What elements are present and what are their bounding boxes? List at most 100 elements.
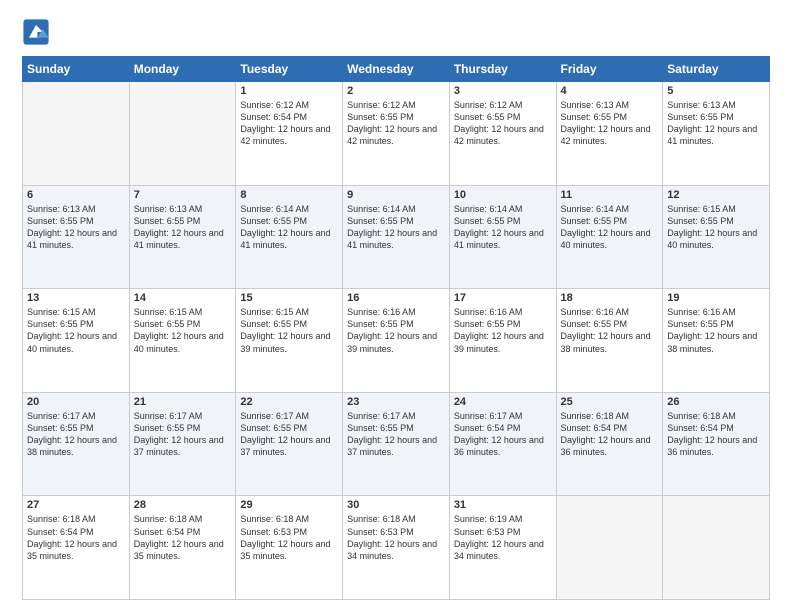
day-number: 2 <box>347 85 445 97</box>
calendar-cell: 28 Sunrise: 6:18 AM Sunset: 6:54 PM Dayli… <box>129 496 236 600</box>
day-number: 13 <box>27 292 125 304</box>
day-info: Sunrise: 6:14 AM Sunset: 6:55 PM Dayligh… <box>454 203 552 252</box>
day-number: 9 <box>347 189 445 201</box>
day-info: Sunrise: 6:18 AM Sunset: 6:54 PM Dayligh… <box>561 410 659 459</box>
calendar-cell: 13Sunrise: 6:15 AM Sunset: 6:55 PM Dayli… <box>23 289 130 393</box>
day-info: Sunrise: 6:12 AM Sunset: 6:55 PM Dayligh… <box>347 99 445 148</box>
calendar-table: SundayMondayTuesdayWednesdayThursdayFrid… <box>22 56 770 600</box>
day-number: 27 <box>27 499 125 511</box>
calendar-cell: 10 Sunrise: 6:14 AM Sunset: 6:55 PM Dayli… <box>449 185 556 289</box>
day-number: 4 <box>561 85 659 97</box>
calendar-cell: 12 Sunrise: 6:15 AM Sunset: 6:55 PM Dayli… <box>663 185 770 289</box>
calendar-cell: 25 Sunrise: 6:18 AM Sunset: 6:54 PM Dayli… <box>556 392 663 496</box>
calendar-cell <box>556 496 663 600</box>
calendar-cell: 23 Sunrise: 6:17 AM Sunset: 6:55 PM Dayli… <box>343 392 450 496</box>
calendar-week-1: 1Sunrise: 6:12 AM Sunset: 6:54 PM Daylig… <box>23 82 770 186</box>
day-number: 26 <box>667 396 765 408</box>
calendar-header-row: SundayMondayTuesdayWednesdayThursdayFrid… <box>23 57 770 82</box>
day-info: Sunrise: 6:13 AM Sunset: 6:55 PM Dayligh… <box>667 99 765 148</box>
calendar-cell: 22Sunrise: 6:17 AM Sunset: 6:55 PM Dayli… <box>236 392 343 496</box>
day-number: 10 <box>454 189 552 201</box>
calendar-cell: 17 Sunrise: 6:16 AM Sunset: 6:55 PM Dayli… <box>449 289 556 393</box>
day-number: 25 <box>561 396 659 408</box>
day-number: 30 <box>347 499 445 511</box>
calendar-header-tuesday: Tuesday <box>236 57 343 82</box>
day-number: 24 <box>454 396 552 408</box>
calendar-cell: 4 Sunrise: 6:13 AM Sunset: 6:55 PM Daylig… <box>556 82 663 186</box>
calendar-cell: 6 Sunrise: 6:13 AM Sunset: 6:55 PM Daylig… <box>23 185 130 289</box>
day-info: Sunrise: 6:13 AM Sunset: 6:55 PM Dayligh… <box>27 203 125 252</box>
calendar-header-saturday: Saturday <box>663 57 770 82</box>
day-info: Sunrise: 6:17 AM Sunset: 6:55 PM Dayligh… <box>27 410 125 459</box>
day-info: Sunrise: 6:17 AM Sunset: 6:55 PM Dayligh… <box>134 410 232 459</box>
calendar-week-3: 13 Sunrise: 6:15 AM Sunset: 6:55 PM Dayli… <box>23 289 770 393</box>
calendar-header-thursday: Thursday <box>449 57 556 82</box>
day-number: 20 <box>27 396 125 408</box>
day-info: Sunrise: 6:18 AM Sunset: 6:53 PM Dayligh… <box>347 513 445 562</box>
day-number: 31 <box>454 499 552 511</box>
page: SundayMondayTuesdayWednesdayThursdayFrid… <box>0 0 792 612</box>
day-number: 1 <box>240 85 338 97</box>
logo-icon <box>22 18 50 46</box>
day-info: Sunrise: 6:13 AM Sunset: 6:55 PM Dayligh… <box>561 99 659 148</box>
calendar-header-monday: Monday <box>129 57 236 82</box>
day-number: 19 <box>667 292 765 304</box>
day-info: Sunrise: 6:18 AM Sunset: 6:54 PM Dayligh… <box>134 513 232 562</box>
day-number: 6 <box>27 189 125 201</box>
day-info: Sunrise: 6:14 AM Sunset: 6:55 PM Dayligh… <box>561 203 659 252</box>
day-number: 5 <box>667 85 765 97</box>
calendar-cell: 21 Sunrise: 6:17 AM Sunset: 6:55 PM Dayli… <box>129 392 236 496</box>
calendar-header-sunday: Sunday <box>23 57 130 82</box>
calendar-cell: 30 Sunrise: 6:18 AM Sunset: 6:53 PM Dayli… <box>343 496 450 600</box>
day-number: 7 <box>134 189 232 201</box>
day-info: Sunrise: 6:16 AM Sunset: 6:55 PM Dayligh… <box>454 306 552 355</box>
day-number: 14 <box>134 292 232 304</box>
day-number: 15 <box>240 292 338 304</box>
calendar-cell <box>129 82 236 186</box>
calendar-cell: 20 Sunrise: 6:17 AM Sunset: 6:55 PM Dayli… <box>23 392 130 496</box>
calendar-week-4: 20 Sunrise: 6:17 AM Sunset: 6:55 PM Dayli… <box>23 392 770 496</box>
calendar-cell: 16Sunrise: 6:16 AM Sunset: 6:55 PM Dayli… <box>343 289 450 393</box>
calendar-header-friday: Friday <box>556 57 663 82</box>
day-number: 18 <box>561 292 659 304</box>
calendar-cell: 14 Sunrise: 6:15 AM Sunset: 6:55 PM Dayli… <box>129 289 236 393</box>
day-info: Sunrise: 6:18 AM Sunset: 6:53 PM Dayligh… <box>240 513 338 562</box>
calendar-cell: 2 Sunrise: 6:12 AM Sunset: 6:55 PM Daylig… <box>343 82 450 186</box>
logo <box>22 18 54 46</box>
calendar-cell <box>663 496 770 600</box>
calendar-cell: 11Sunrise: 6:14 AM Sunset: 6:55 PM Dayli… <box>556 185 663 289</box>
day-info: Sunrise: 6:16 AM Sunset: 6:55 PM Dayligh… <box>347 306 445 355</box>
day-number: 17 <box>454 292 552 304</box>
day-info: Sunrise: 6:16 AM Sunset: 6:55 PM Dayligh… <box>561 306 659 355</box>
calendar-week-2: 6 Sunrise: 6:13 AM Sunset: 6:55 PM Daylig… <box>23 185 770 289</box>
day-info: Sunrise: 6:18 AM Sunset: 6:54 PM Dayligh… <box>667 410 765 459</box>
day-info: Sunrise: 6:13 AM Sunset: 6:55 PM Dayligh… <box>134 203 232 252</box>
day-info: Sunrise: 6:15 AM Sunset: 6:55 PM Dayligh… <box>240 306 338 355</box>
calendar-cell: 1Sunrise: 6:12 AM Sunset: 6:54 PM Daylig… <box>236 82 343 186</box>
calendar-cell: 5 Sunrise: 6:13 AM Sunset: 6:55 PM Daylig… <box>663 82 770 186</box>
calendar-cell: 26 Sunrise: 6:18 AM Sunset: 6:54 PM Dayli… <box>663 392 770 496</box>
day-info: Sunrise: 6:19 AM Sunset: 6:53 PM Dayligh… <box>454 513 552 562</box>
calendar-cell: 7 Sunrise: 6:13 AM Sunset: 6:55 PM Daylig… <box>129 185 236 289</box>
day-number: 12 <box>667 189 765 201</box>
calendar-cell <box>23 82 130 186</box>
calendar-cell: 31 Sunrise: 6:19 AM Sunset: 6:53 PM Dayli… <box>449 496 556 600</box>
day-info: Sunrise: 6:14 AM Sunset: 6:55 PM Dayligh… <box>240 203 338 252</box>
calendar-header-wednesday: Wednesday <box>343 57 450 82</box>
day-number: 21 <box>134 396 232 408</box>
day-info: Sunrise: 6:17 AM Sunset: 6:55 PM Dayligh… <box>240 410 338 459</box>
day-info: Sunrise: 6:12 AM Sunset: 6:55 PM Dayligh… <box>454 99 552 148</box>
calendar-cell: 9Sunrise: 6:14 AM Sunset: 6:55 PM Daylig… <box>343 185 450 289</box>
calendar-cell: 18 Sunrise: 6:16 AM Sunset: 6:55 PM Dayli… <box>556 289 663 393</box>
day-number: 3 <box>454 85 552 97</box>
calendar-cell: 8Sunrise: 6:14 AM Sunset: 6:55 PM Daylig… <box>236 185 343 289</box>
day-info: Sunrise: 6:17 AM Sunset: 6:55 PM Dayligh… <box>347 410 445 459</box>
day-info: Sunrise: 6:16 AM Sunset: 6:55 PM Dayligh… <box>667 306 765 355</box>
day-info: Sunrise: 6:15 AM Sunset: 6:55 PM Dayligh… <box>667 203 765 252</box>
day-number: 23 <box>347 396 445 408</box>
calendar-cell: 24Sunrise: 6:17 AM Sunset: 6:54 PM Dayli… <box>449 392 556 496</box>
calendar-cell: 3 Sunrise: 6:12 AM Sunset: 6:55 PM Daylig… <box>449 82 556 186</box>
calendar-cell: 19 Sunrise: 6:16 AM Sunset: 6:55 PM Dayli… <box>663 289 770 393</box>
day-info: Sunrise: 6:15 AM Sunset: 6:55 PM Dayligh… <box>134 306 232 355</box>
day-number: 28 <box>134 499 232 511</box>
